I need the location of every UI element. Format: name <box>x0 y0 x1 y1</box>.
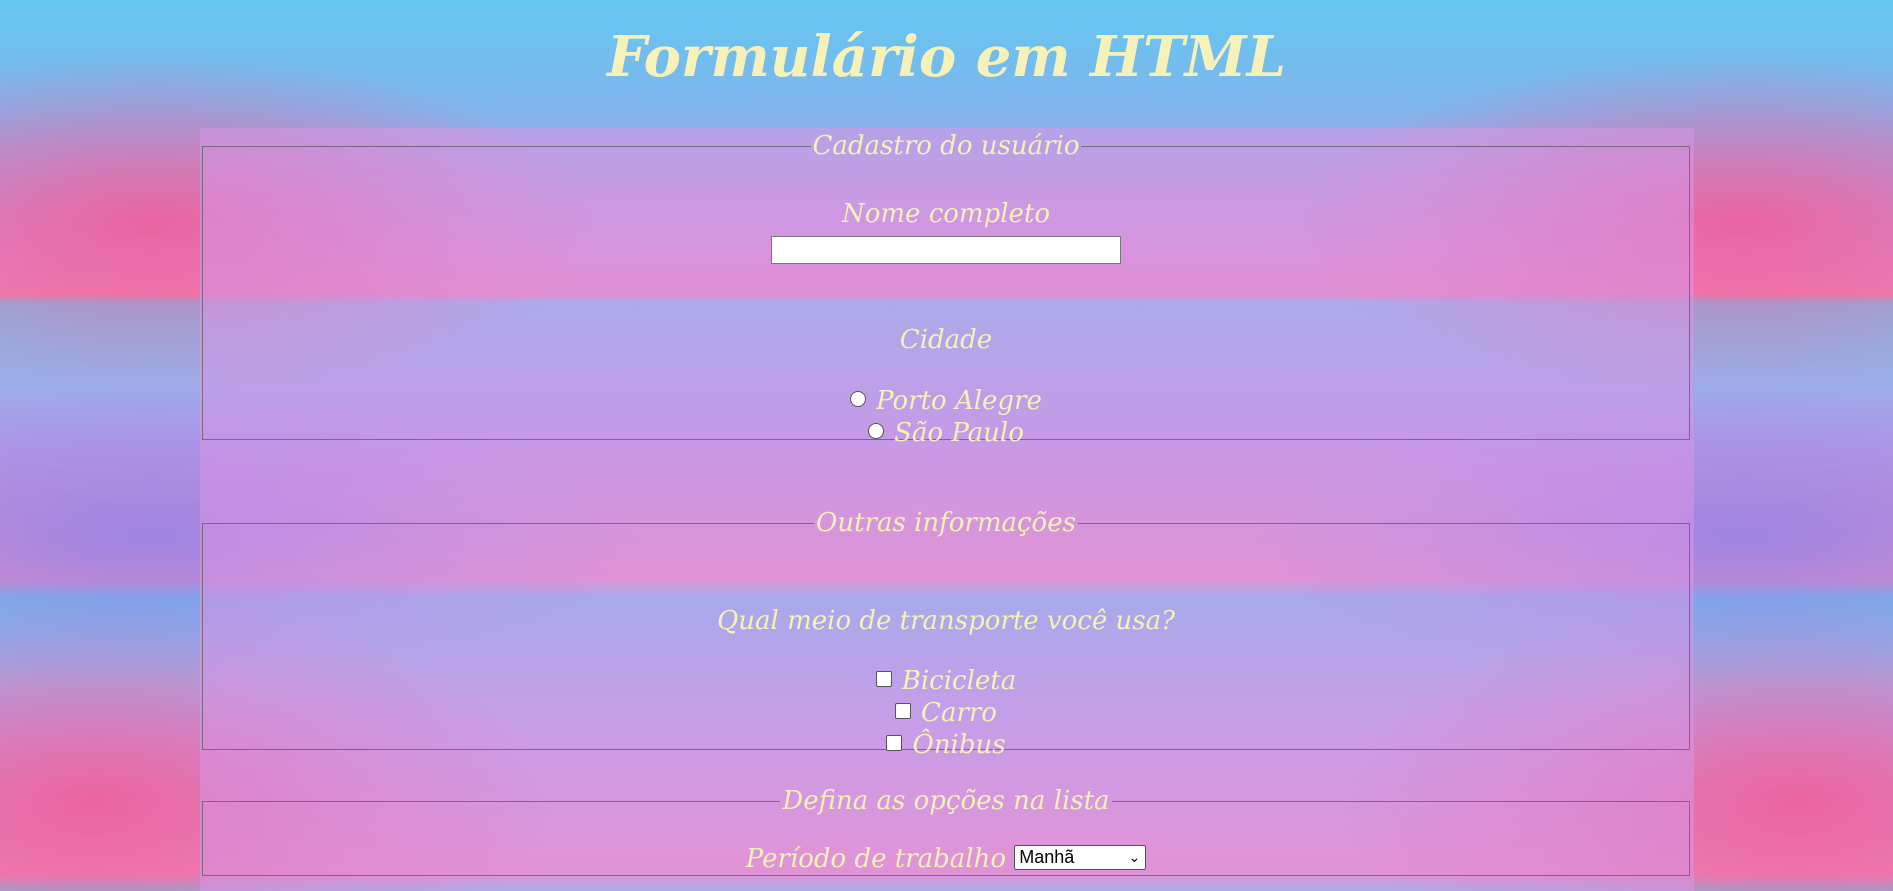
city-option-porto-alegre[interactable]: Porto Alegre <box>203 386 1689 416</box>
list-options-legend: Defina as opções na lista <box>782 786 1110 816</box>
transport-option-onibus[interactable]: Ônibus <box>203 730 1689 760</box>
transport-option-carro[interactable]: Carro <box>203 698 1689 728</box>
work-period-row: Período de trabalho Manhã ⌄ <box>203 844 1689 874</box>
city-label: Cidade <box>899 325 993 355</box>
user-registration-legend: Cadastro do usuário <box>812 131 1080 161</box>
list-options-fieldset: Defina as opções na lista Período de tra… <box>202 786 1690 876</box>
transport-question: Qual meio de transporte você usa? <box>716 606 1176 636</box>
work-period-label: Período de trabalho <box>745 844 1006 874</box>
other-info-fieldset: Outras informações Qual meio de transpor… <box>202 508 1690 760</box>
work-period-select[interactable]: Manhã ⌄ <box>1014 844 1147 870</box>
onibus-checkbox[interactable] <box>886 735 903 751</box>
user-registration-fieldset: Cadastro do usuário Nome completo Cidade… <box>202 131 1690 448</box>
sao-paulo-radio[interactable] <box>868 423 885 439</box>
bicicleta-checkbox[interactable] <box>875 671 892 687</box>
carro-checkbox[interactable] <box>895 703 912 719</box>
page-title: Formulário em HTML <box>606 24 1287 90</box>
other-info-legend: Outras informações <box>816 508 1076 538</box>
chevron-down-icon: ⌄ <box>1128 848 1141 865</box>
transport-option-bicicleta[interactable]: Bicicleta <box>203 666 1689 696</box>
porto-alegre-radio[interactable] <box>850 391 867 407</box>
city-option-sao-paulo[interactable]: São Paulo <box>203 418 1689 448</box>
full-name-input[interactable] <box>771 236 1121 264</box>
full-name-label: Nome completo <box>841 199 1051 229</box>
